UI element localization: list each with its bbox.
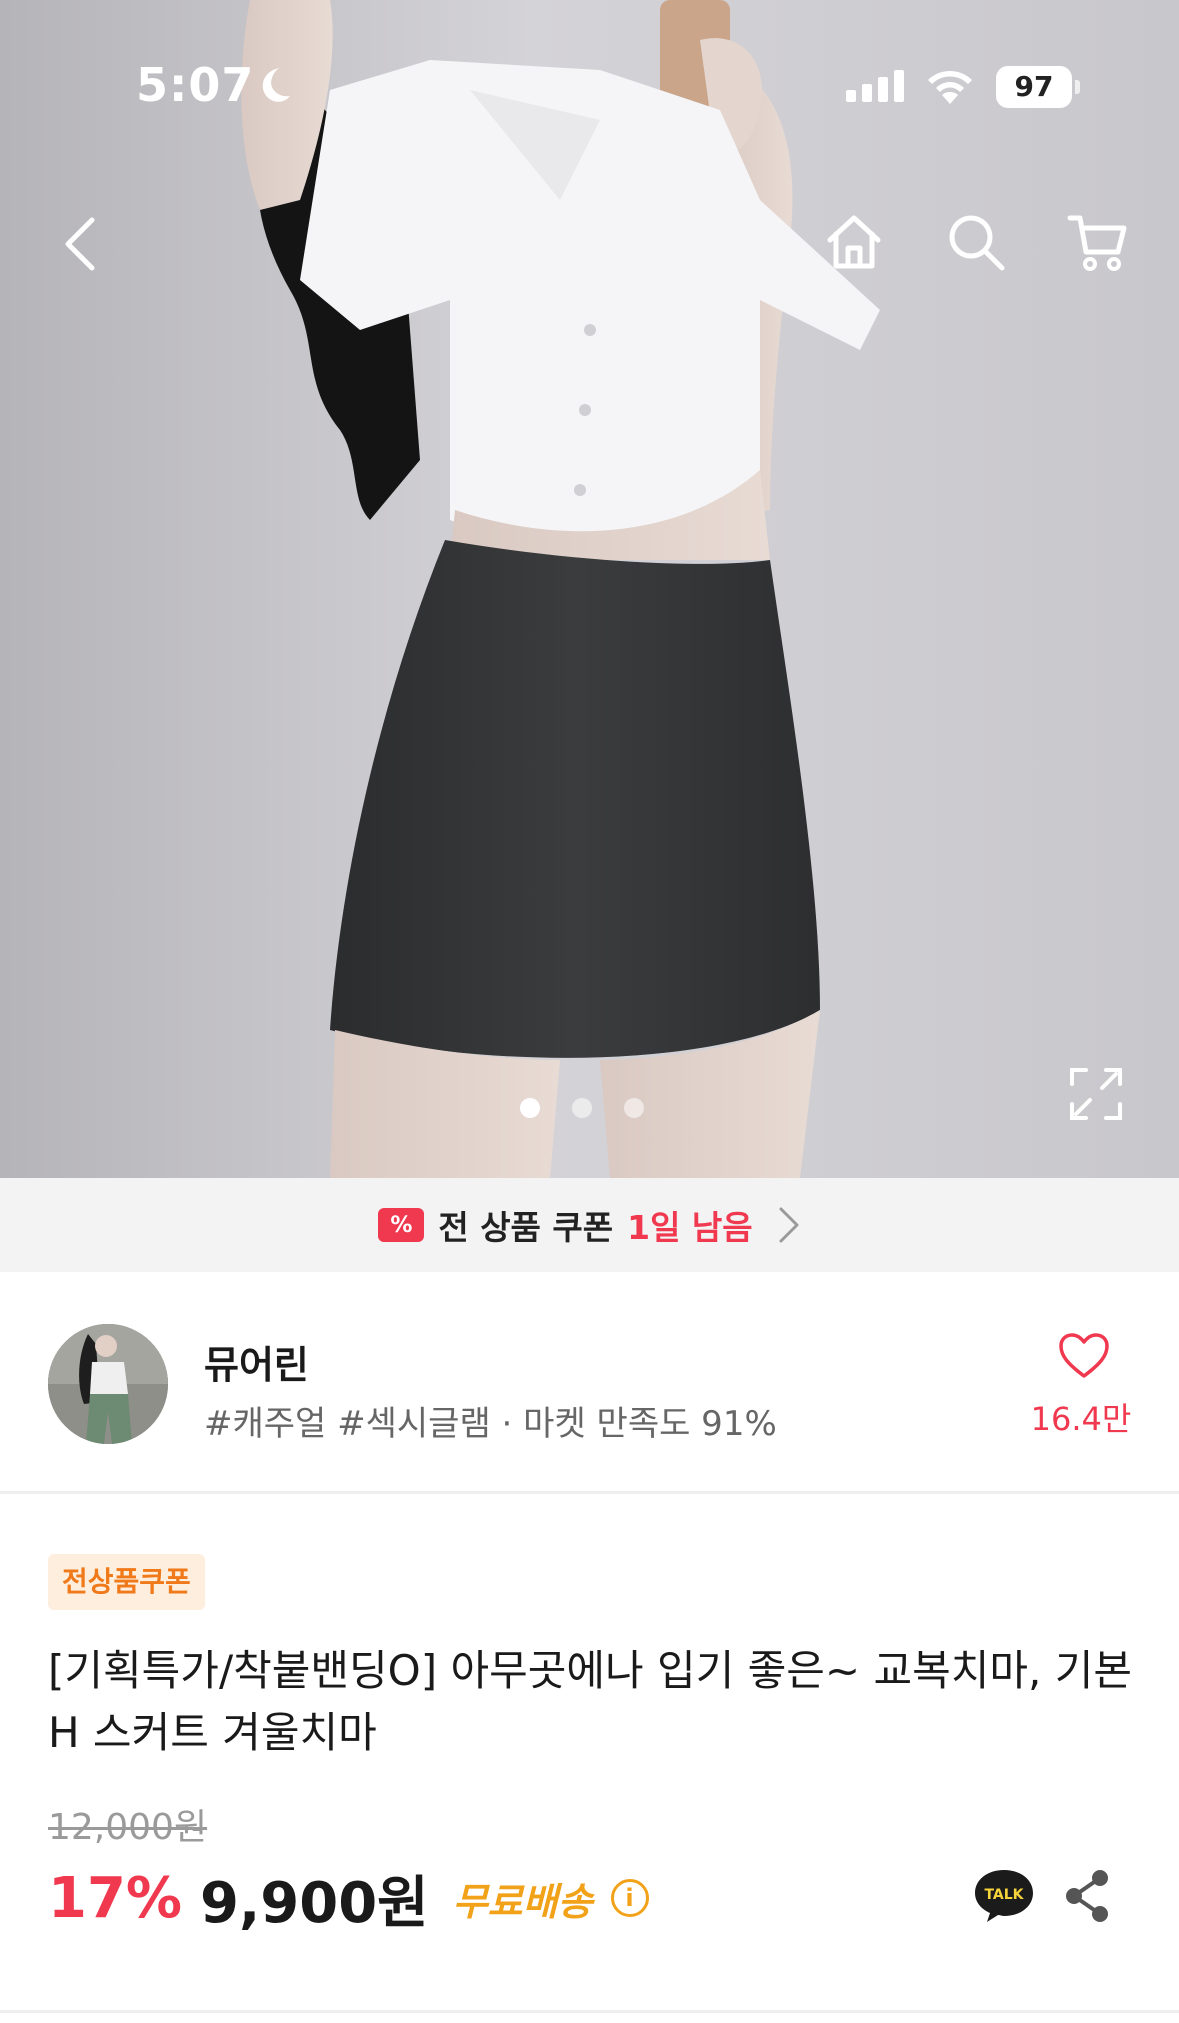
battery-tip [1075, 80, 1080, 94]
status-bar: 5:07 97 [0, 0, 1179, 160]
original-price: 12,000원 [48, 1807, 208, 1848]
wifi-icon [928, 71, 972, 104]
share-icon[interactable] [1062, 1868, 1112, 1924]
product-photo [0, 0, 1179, 1178]
cellular-signal-icon [846, 70, 904, 102]
coupon-banner[interactable]: % 전 상품 쿠폰 1일 남음 [0, 1178, 1179, 1272]
pagination-dot[interactable] [624, 1098, 644, 1118]
info-icon[interactable]: i [610, 1879, 649, 1917]
like-shop-button[interactable]: 16.4만 [1016, 1332, 1146, 1442]
fullscreen-expand-icon[interactable] [1064, 1062, 1128, 1126]
product-title: [기획특가/착붙밴딩O] 아무곳에나 입기 좋은~ 교복치마, 기본 H 스커트… [48, 1646, 1132, 1757]
free-shipping-label: 무료배송 [452, 1879, 593, 1924]
pagination-dot[interactable] [572, 1098, 592, 1118]
coupon-percent-icon: % [378, 1208, 425, 1242]
talk-label: TALK [984, 1887, 1024, 1903]
battery-indicator: 97 [996, 66, 1080, 108]
back-icon [65, 217, 95, 271]
heart-icon [1059, 1333, 1109, 1378]
shop-info-row[interactable]: 뮤어린 #캐주얼 #섹시글램 · 마켓 만족도 91% 16.4만 [0, 1272, 1179, 1494]
chevron-right-icon [779, 1207, 799, 1243]
cart-button[interactable] [1058, 202, 1138, 282]
shop-avatar[interactable] [48, 1324, 168, 1444]
do-not-disturb-moon-icon [262, 68, 290, 102]
product-image-gallery[interactable]: 5:07 97 [0, 0, 1179, 1178]
price-row: 17% 9,900원 무료배송 i [48, 1858, 649, 1938]
battery-percent: 97 [1014, 70, 1054, 103]
back-button[interactable] [44, 204, 124, 284]
home-icon [827, 215, 881, 269]
home-button[interactable] [814, 202, 894, 282]
bottom-divider [0, 2010, 1179, 2013]
search-icon [949, 215, 1005, 271]
shop-name[interactable]: 뮤어린 [204, 1334, 309, 1389]
kakao-talk-button[interactable]: TALK [972, 1866, 1036, 1924]
search-button[interactable] [936, 202, 1016, 282]
shop-avatar-image [48, 1324, 168, 1444]
coupon-banner-text: 전 상품 쿠폰 [438, 1208, 614, 1247]
status-time: 5:07 [136, 58, 255, 112]
like-count: 16.4만 [1030, 1400, 1132, 1438]
discount-rate: 17% [48, 1865, 183, 1931]
shop-tags: #캐주얼 #섹시글램 · 마켓 만족도 91% [204, 1404, 777, 1444]
cart-icon [1067, 215, 1127, 271]
coupon-days-left: 1일 남음 [627, 1208, 753, 1247]
coupon-badge: 전상품쿠폰 [48, 1554, 205, 1610]
sale-price: 9,900원 [200, 1870, 429, 1936]
pagination-dot[interactable] [520, 1098, 540, 1118]
gallery-pagination[interactable] [520, 1098, 660, 1122]
